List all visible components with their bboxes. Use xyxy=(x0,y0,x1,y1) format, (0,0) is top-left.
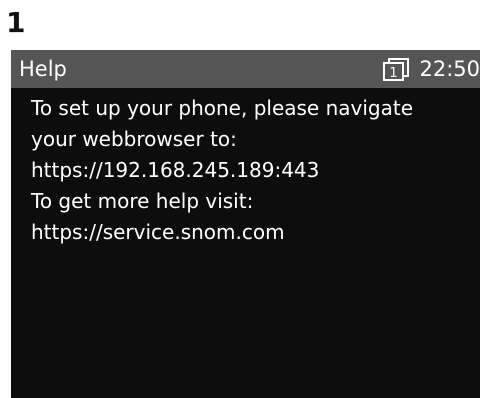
help-text: To set up your phone, please navigate yo… xyxy=(31,93,476,248)
setup-url: https://192.168.245.189:443 xyxy=(31,158,320,182)
active-line-icon: 1 xyxy=(383,58,410,81)
help-line: To get more help visit: xyxy=(31,189,254,213)
title-bar: Help 1 22:50 xyxy=(11,50,480,88)
help-line: To set up your phone, please navigate xyxy=(31,96,414,120)
status-area: 1 22:50 xyxy=(381,53,480,85)
line-indicator-number: 1 xyxy=(390,66,398,81)
clock: 22:50 xyxy=(419,57,480,81)
page-number: 1 xyxy=(6,6,26,39)
support-url: https://service.snom.com xyxy=(31,220,285,244)
help-line: your webbrowser to: xyxy=(31,127,237,151)
screen-title: Help xyxy=(19,57,67,81)
phone-screen: Help 1 22:50 To set up your phone, pleas… xyxy=(11,50,480,398)
